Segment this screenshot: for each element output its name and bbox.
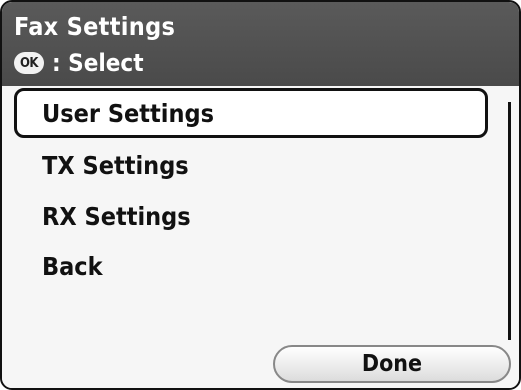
- page-title: Fax Settings: [14, 12, 176, 41]
- menu-item-label: TX Settings: [42, 150, 189, 180]
- menu-item-tx-settings[interactable]: TX Settings: [14, 140, 488, 190]
- scrollbar[interactable]: [508, 102, 511, 340]
- ok-button-icon: OK: [14, 52, 44, 74]
- menu-item-label: Back: [42, 251, 103, 281]
- done-button[interactable]: Done: [273, 345, 511, 383]
- menu-item-label: RX Settings: [42, 201, 191, 231]
- select-hint-label: : Select: [52, 49, 144, 77]
- menu-item-label: User Settings: [42, 98, 215, 128]
- display-screen: Fax Settings OK : Select User Settings T…: [0, 0, 521, 390]
- select-hint: OK : Select: [14, 49, 144, 77]
- menu-item-user-settings[interactable]: User Settings: [14, 88, 488, 138]
- header-bar: Fax Settings OK : Select: [2, 2, 519, 86]
- menu-item-rx-settings[interactable]: RX Settings: [14, 191, 488, 241]
- menu-item-back[interactable]: Back: [14, 241, 488, 291]
